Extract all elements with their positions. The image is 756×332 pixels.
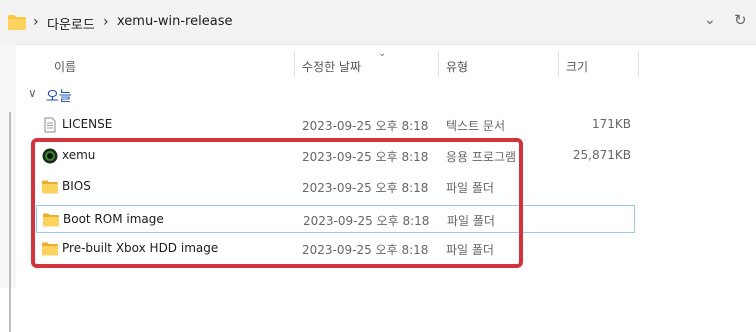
highlight-annotation-box — [31, 138, 523, 268]
file-type: 텍스트 문서 — [446, 119, 506, 133]
file-row-license[interactable]: LICENSE 2023-09-25 오후 8:18 텍스트 문서 171KB — [36, 111, 635, 139]
chevron-down-icon[interactable]: ∨ — [28, 86, 37, 100]
column-divider[interactable] — [438, 52, 439, 76]
breadcrumb-separator: › — [103, 14, 109, 30]
column-header-name[interactable]: 이름 — [54, 58, 76, 75]
file-name: LICENSE — [62, 117, 113, 131]
file-size: 25,871KB — [572, 148, 631, 162]
breadcrumb[interactable]: › 다운로드 › xemu-win-release ⌄ ↻ — [0, 6, 756, 38]
column-header-type[interactable]: 유형 — [446, 58, 468, 75]
column-divider[interactable] — [558, 52, 559, 76]
navigation-pane-edge — [0, 44, 16, 332]
column-header: 이름 ⌄ 수정한 날짜 유형 크기 — [16, 44, 756, 78]
file-size: 171KB — [591, 117, 631, 131]
scrollbar[interactable] — [9, 112, 11, 332]
folder-icon — [8, 15, 26, 30]
address-bar: › 다운로드 › xemu-win-release ⌄ ↻ — [0, 0, 756, 45]
file-modified: 2023-09-25 오후 8:18 — [302, 119, 429, 133]
column-divider[interactable] — [294, 52, 295, 76]
group-label: 오늘 — [46, 89, 72, 105]
column-header-modified[interactable]: 수정한 날짜 — [302, 58, 361, 75]
breadcrumb-item-downloads[interactable]: 다운로드 — [47, 14, 95, 33]
sort-caret-icon: ⌄ — [378, 48, 387, 59]
column-divider[interactable] — [638, 52, 639, 76]
breadcrumb-separator: › — [33, 14, 39, 30]
chevron-down-icon[interactable]: ⌄ — [704, 12, 716, 28]
column-header-size[interactable]: 크기 — [566, 58, 588, 75]
refresh-icon[interactable]: ↻ — [734, 11, 747, 29]
text-document-icon — [44, 117, 56, 133]
breadcrumb-item-xemu-win-release[interactable]: xemu-win-release — [117, 14, 232, 29]
